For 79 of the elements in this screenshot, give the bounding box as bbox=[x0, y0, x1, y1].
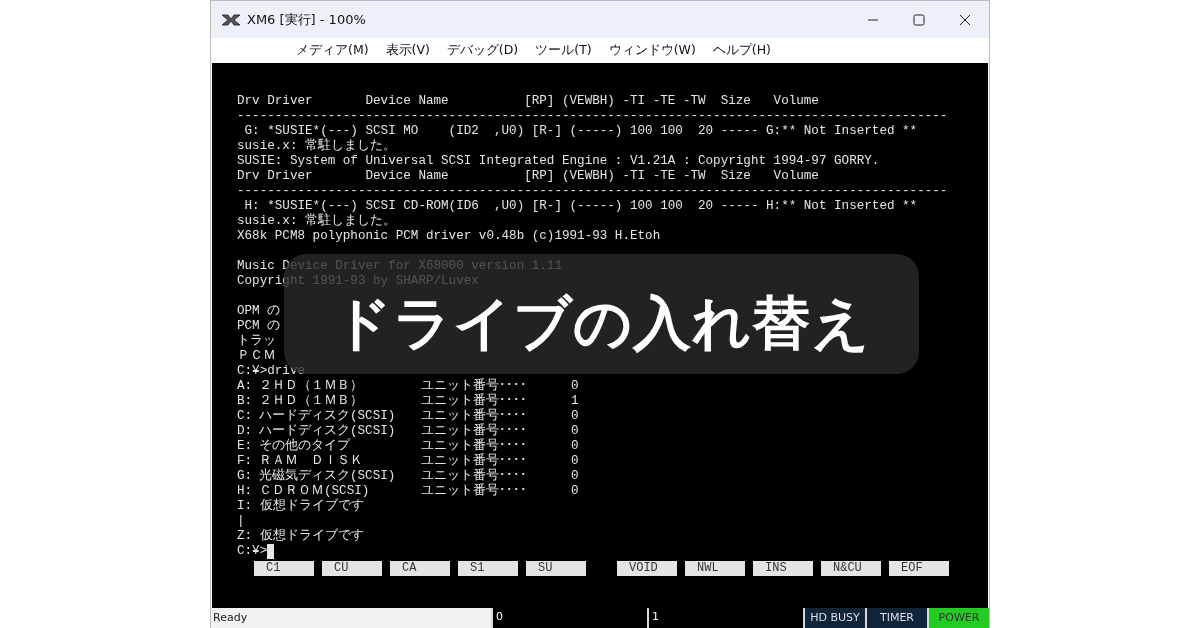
function-key[interactable]: EOF bbox=[889, 561, 949, 576]
terminal-line: susie.x: 常駐しました。 bbox=[237, 214, 398, 229]
terminal-line: X68k PCM8 polyphonic PCM driver v0.48b (c)1991-93 H.Etoh bbox=[237, 229, 662, 244]
status-indicator: HD BUSY bbox=[805, 608, 865, 628]
menu-item[interactable]: デバッグ(D) bbox=[446, 42, 519, 59]
unit-number: 1 bbox=[571, 394, 580, 409]
unit-label: ユニット番号････ bbox=[421, 394, 528, 408]
function-key[interactable]: C1 bbox=[254, 561, 314, 576]
unit-label: ユニット番号････ bbox=[421, 484, 528, 499]
drive-type: ２ＨＤ（１ＭＢ） bbox=[259, 394, 364, 409]
unit-number: 0 bbox=[571, 379, 580, 394]
function-key[interactable]: SU bbox=[526, 561, 586, 576]
function-key[interactable]: S1 bbox=[458, 561, 518, 576]
drive-letter: G: bbox=[237, 469, 254, 484]
function-key[interactable]: CA bbox=[390, 561, 450, 576]
close-icon[interactable] bbox=[959, 13, 971, 26]
terminal-line: PCM の bbox=[237, 319, 282, 334]
unit-label: ユニット番号････ bbox=[421, 439, 528, 453]
menu-item[interactable]: ツール(T) bbox=[535, 42, 592, 59]
app-logo-icon bbox=[221, 13, 241, 26]
maximize-icon[interactable] bbox=[913, 13, 925, 26]
text-cursor bbox=[267, 544, 275, 559]
terminal-line: | bbox=[237, 514, 246, 529]
window-title: XM6 [実行] - 100% bbox=[247, 10, 366, 29]
unit-label: ユニット番号････ bbox=[421, 379, 528, 393]
terminal-line: susie.x: 常駐しました。 bbox=[237, 139, 398, 154]
unit-number: 0 bbox=[571, 409, 580, 424]
status-field: 0 bbox=[493, 608, 647, 628]
status-indicator: POWER bbox=[929, 608, 989, 628]
terminal-line: H: *SUSIE*(---) SCSI CD-ROM(ID6 ,U0) [R-] (-----) 100 100 20 ----- H:** Not Inserted ** bbox=[243, 199, 919, 213]
function-key[interactable]: VOID bbox=[617, 561, 677, 576]
banner-title: ドライブの入れ替え bbox=[332, 292, 871, 354]
menu-item[interactable]: ヘルプ(H) bbox=[712, 42, 771, 59]
drive-letter: B: bbox=[237, 394, 254, 409]
terminal-line: ---------------------------------------------------------------------------------------------- bbox=[237, 109, 949, 124]
function-key[interactable]: INS bbox=[753, 561, 813, 576]
terminal-line: OPM の bbox=[237, 304, 282, 319]
terminal-line: C:¥>drive bbox=[237, 364, 307, 379]
terminal-line: ---------------------------------------------------------------------------------------------- bbox=[237, 184, 949, 199]
unit-label: ユニット番号････ bbox=[421, 409, 528, 423]
status-indicator: TIMER bbox=[867, 608, 927, 628]
drive-type: ハードディスク(SCSI) bbox=[259, 409, 397, 424]
unit-label: ユニット番号････ bbox=[421, 454, 528, 468]
terminal-line: Z: 仮想ドライブです bbox=[237, 529, 365, 544]
drive-type: ＲＡＭ ＤＩＳＫ bbox=[259, 454, 364, 468]
function-key[interactable]: NWL bbox=[685, 561, 745, 576]
drive-letter: D: bbox=[237, 424, 254, 439]
menu-item[interactable]: メディア(M) bbox=[296, 42, 369, 59]
terminal-line: Drv Driver Device Name [RP] (VEWBH) -TI -TE -TW Size Volume bbox=[237, 169, 820, 184]
status-field: 1 bbox=[649, 608, 803, 628]
terminal-line: G: *SUSIE*(---) SCSI MO (ID2 ,U0) [R-] (-----) 100 100 20 ----- G:** Not Inserted ** bbox=[243, 124, 919, 138]
unit-number: 0 bbox=[571, 424, 580, 439]
function-key[interactable]: N&CU bbox=[821, 561, 881, 576]
drive-letter: E: bbox=[237, 439, 254, 454]
terminal-line: トラッ bbox=[237, 334, 277, 349]
unit-number: 0 bbox=[571, 454, 580, 469]
unit-number: 0 bbox=[571, 469, 580, 484]
drive-type: ハードディスク(SCSI) bbox=[259, 424, 397, 438]
unit-label: ユニット番号････ bbox=[421, 424, 528, 438]
drive-type: ＣＤＲＯＭ(SCSI) bbox=[259, 484, 371, 498]
menu-item[interactable]: ウィンドウ(W) bbox=[608, 42, 696, 59]
drive-letter: F: bbox=[237, 454, 254, 469]
menu-item[interactable]: 表示(V) bbox=[385, 42, 430, 59]
terminal-line: I: 仮想ドライブです bbox=[237, 499, 365, 514]
function-key[interactable]: CU bbox=[322, 561, 382, 576]
drive-letter: C: bbox=[237, 409, 254, 424]
unit-label: ユニット番号････ bbox=[421, 469, 528, 483]
terminal-line: Drv Driver Device Name [RP] (VEWBH) -TI -TE -TW Size Volume bbox=[237, 94, 820, 109]
unit-number: 0 bbox=[571, 439, 580, 454]
terminal-line: ＰＣＭ bbox=[237, 349, 277, 364]
terminal-line: SUSIE: System of Universal SCSI Integrated Engine : V1.21A : Copyright 1994-97 GORRY. bbox=[237, 154, 881, 169]
unit-number: 0 bbox=[571, 484, 580, 499]
drive-letter: H: bbox=[237, 484, 254, 499]
drive-type: ２ＨＤ（１ＭＢ） bbox=[259, 379, 364, 394]
drive-type: 光磁気ディスク(SCSI) bbox=[259, 469, 397, 484]
command-prompt: C:¥> bbox=[237, 544, 268, 559]
drive-type: その他のタイプ bbox=[259, 439, 352, 454]
status-message: Ready bbox=[211, 608, 491, 628]
drive-letter: A: bbox=[237, 379, 254, 394]
